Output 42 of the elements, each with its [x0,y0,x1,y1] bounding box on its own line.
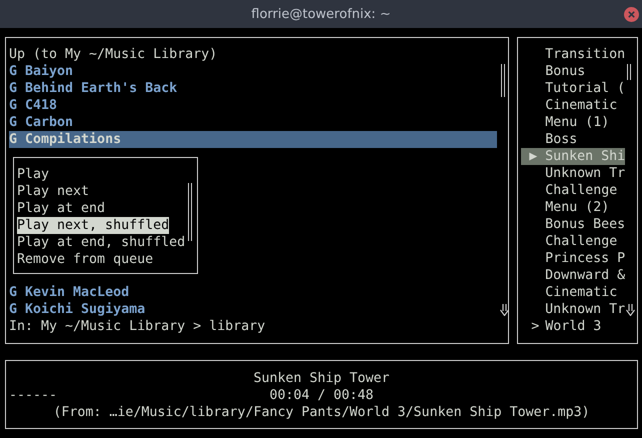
scrollbar-thumb[interactable] [627,64,632,80]
queue-track[interactable]: Princess P [521,250,626,267]
track-title: Sunken Ship Tower [252,370,391,387]
queue-track[interactable]: Challenge [521,182,626,199]
artist-item[interactable]: G Behind Earth's Back [9,80,497,97]
queue-track[interactable]: Transition [521,46,626,63]
queue-group[interactable]: > World 3 [521,318,626,335]
location-path: In: My ~/Music Library > library [9,318,266,335]
queue-track[interactable]: Challenge [521,233,626,250]
queue-track[interactable]: Unknown Tr [521,301,626,318]
artist-item[interactable]: G C418 [9,97,497,114]
queue-track[interactable]: Downward & [521,267,626,284]
artist-item[interactable]: G Baiyon [9,63,497,80]
playback-time: 00:04 / 00:48 [269,387,374,404]
queue-track[interactable]: Unknown Tr [521,165,626,182]
artist-item[interactable]: G Koichi Sugiyama [9,301,497,318]
scroll-down-icon[interactable] [500,304,509,316]
scrollbar-thumb[interactable] [188,183,192,241]
queue-track[interactable]: Boss [521,131,626,148]
menu-item[interactable]: Play at end [17,200,106,217]
queue-track[interactable]: Cinematic [521,284,626,301]
progress-text: ------ [9,387,58,404]
menu-item[interactable]: Play at end, shuffled [17,234,186,251]
queue-track[interactable]: Menu (2) [521,199,626,216]
menu-item[interactable]: Play [17,166,50,183]
menu-item[interactable]: Play next, shuffled [17,217,170,234]
scroll-down-icon[interactable] [626,304,636,316]
queue-track[interactable]: Tutorial ( [521,80,626,97]
scrollbar-thumb[interactable] [501,64,505,97]
menu-item[interactable]: Play next [17,183,90,200]
artist-item[interactable]: G Kevin MacLeod [9,284,497,301]
artist-item[interactable]: G Carbon [9,114,497,131]
queue-track[interactable]: Bonus [521,63,626,80]
window-title: florrie@towerofnix: ~ [251,6,391,22]
queue-track[interactable]: Cinematic [521,97,626,114]
menu-item[interactable]: Remove from queue [17,251,154,268]
close-icon[interactable] [624,7,639,22]
queue-track[interactable]: Bonus Bees [521,216,626,233]
up-link[interactable]: Up (to My ~/Music Library) [9,46,508,63]
file-path: (From: …ie/Music/library/Fancy Pants/World 3/Sunken Ship Tower.mp3) [52,404,591,421]
artist-item[interactable]: G Compilations [9,131,497,148]
queue-track[interactable]: Menu (1) [521,114,626,131]
